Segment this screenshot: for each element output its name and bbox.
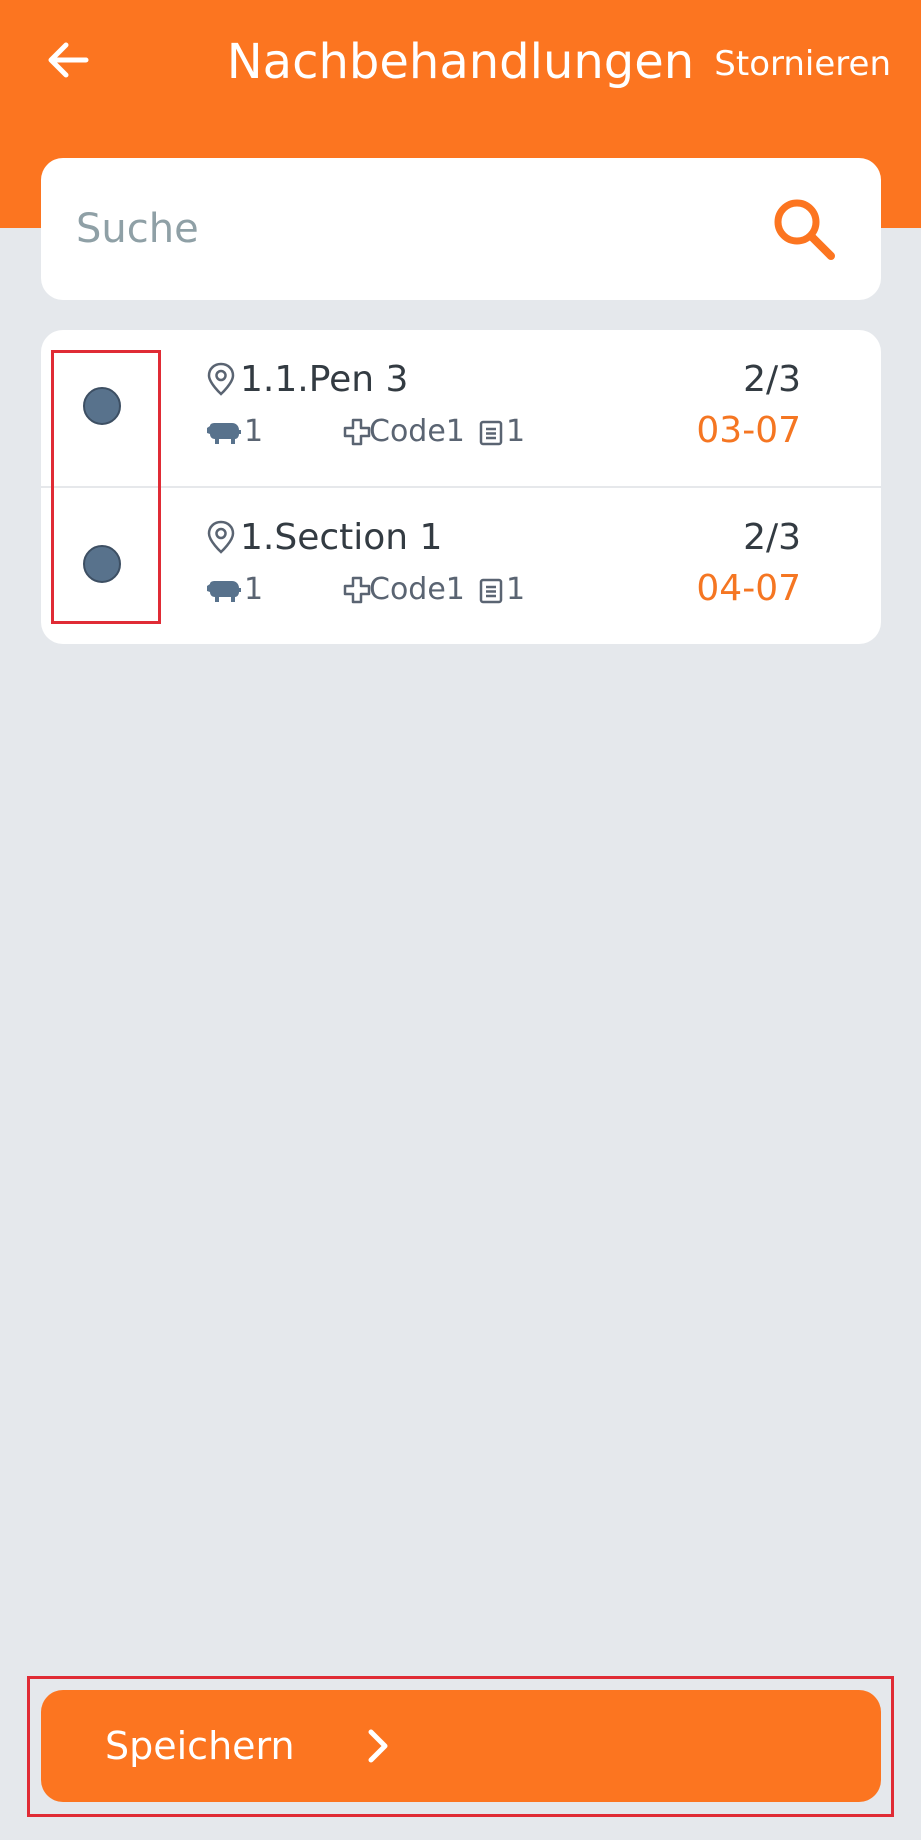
pig-icon (207, 581, 241, 602)
animal-count: 1 (244, 414, 264, 449)
radio-button[interactable] (83, 545, 121, 583)
search-input[interactable] (76, 194, 756, 264)
medical-cross-icon (343, 418, 371, 446)
location-pin-icon (207, 520, 235, 554)
treatment-code: Code1 (369, 414, 465, 449)
location-label: 1.Section 1 (240, 517, 443, 558)
medical-cross-icon (343, 576, 371, 604)
note-count: 1 (506, 414, 526, 449)
document-icon (479, 420, 503, 446)
list-item[interactable]: 1.Section 1 2/3 1 Code1 1 04-07 (41, 488, 881, 644)
progress-ratio: 2/3 (743, 359, 801, 400)
list-item[interactable]: 1.1.Pen 3 2/3 1 Code1 1 03-07 (41, 330, 881, 486)
radio-button[interactable] (83, 387, 121, 425)
location-label: 1.1.Pen 3 (240, 359, 409, 400)
back-arrow-icon (48, 42, 89, 78)
location-pin-icon (207, 362, 235, 396)
due-date: 03-07 (696, 410, 801, 451)
note-count: 1 (506, 572, 526, 607)
save-button-label: Speichern (105, 1724, 295, 1768)
search-icon[interactable] (769, 194, 839, 264)
save-button[interactable]: Speichern (41, 1690, 881, 1802)
chevron-right-icon (368, 1729, 388, 1763)
cancel-button[interactable]: Stornieren (714, 40, 891, 88)
progress-ratio: 2/3 (743, 517, 801, 558)
back-button[interactable] (38, 30, 98, 90)
pig-icon (207, 423, 241, 444)
treatment-code: Code1 (369, 572, 465, 607)
search-bar (41, 158, 881, 300)
due-date: 04-07 (696, 568, 801, 609)
animal-count: 1 (244, 572, 264, 607)
treatment-list: 1.1.Pen 3 2/3 1 Code1 1 03-07 1.Section … (41, 330, 881, 644)
document-icon (479, 578, 503, 604)
